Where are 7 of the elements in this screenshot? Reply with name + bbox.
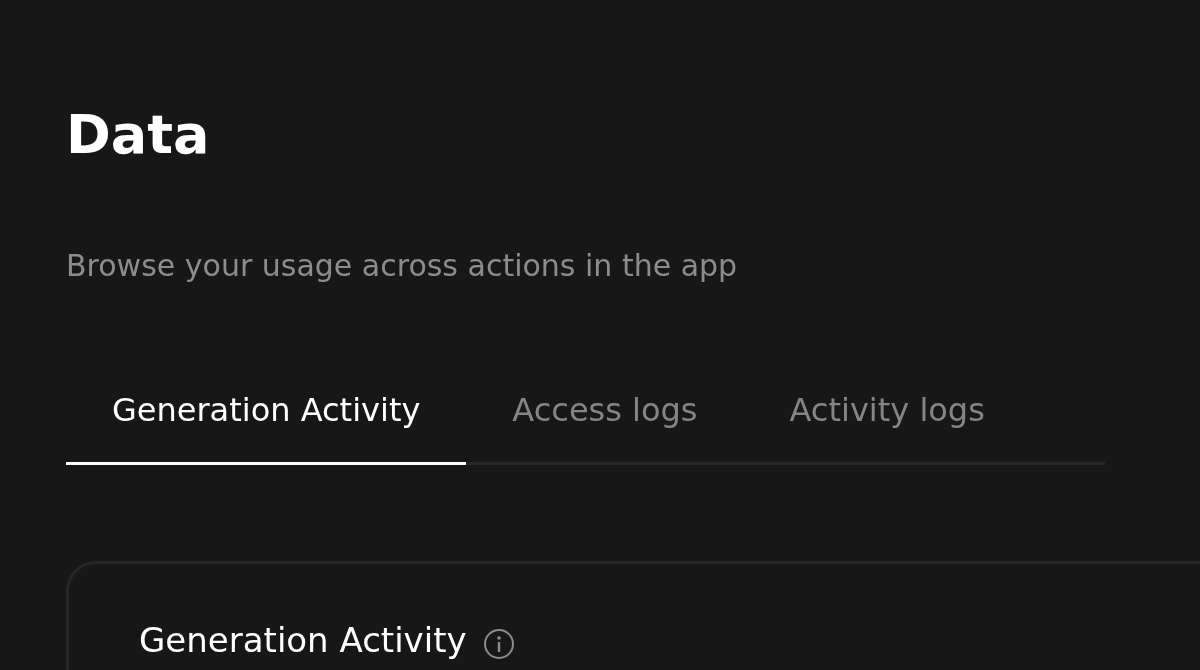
info-icon[interactable]: [482, 628, 515, 660]
page-subtitle: Browse your usage across actions in the app: [66, 247, 739, 285]
tab[interactable]: Activity logs: [743, 390, 1031, 465]
page-title: Data: [66, 102, 211, 168]
tab[interactable]: Generation Activity: [66, 390, 467, 465]
tab[interactable]: Access logs: [466, 390, 744, 465]
card-title: Generation Activity: [139, 620, 467, 660]
